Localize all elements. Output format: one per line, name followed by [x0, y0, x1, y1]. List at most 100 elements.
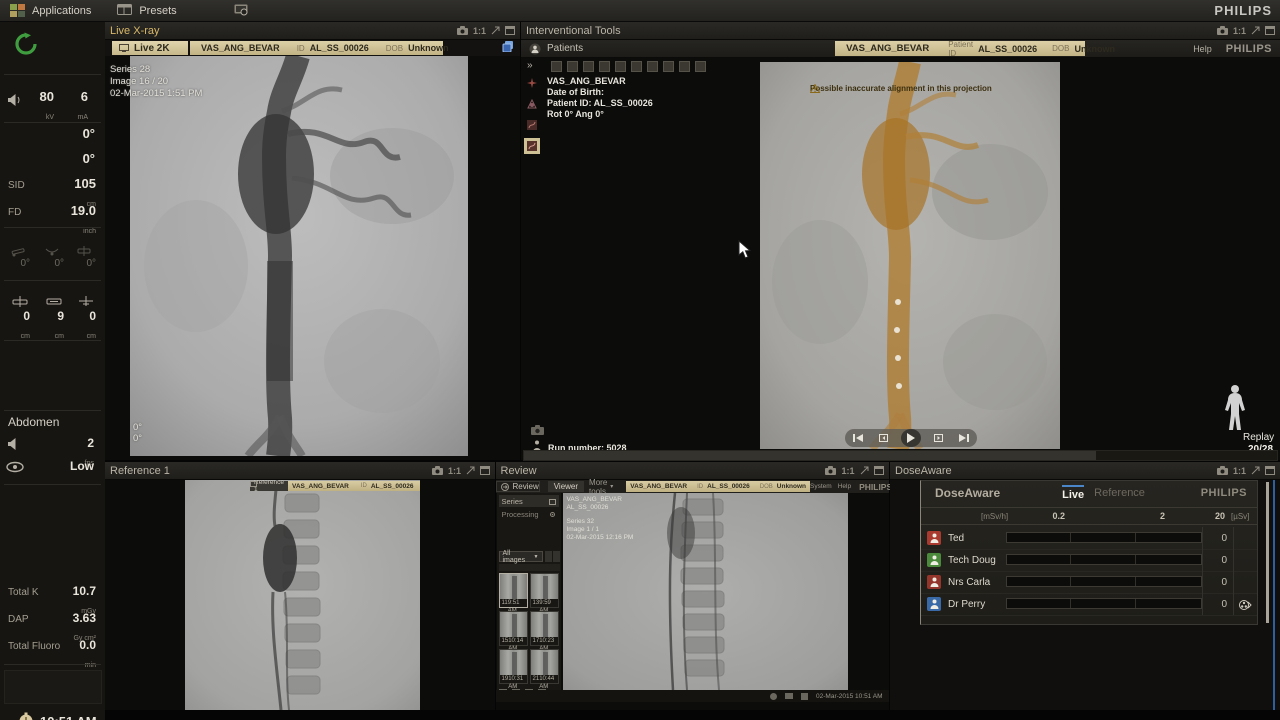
series-thumbnail[interactable]: 2110:44 AM — [530, 649, 559, 684]
one-to-one-icon[interactable]: 1:1 — [473, 27, 486, 35]
applications-button[interactable]: Applications — [10, 4, 91, 17]
snapshot-icon[interactable] — [432, 466, 443, 475]
live-xray-image[interactable] — [130, 56, 468, 456]
review-app-button[interactable]: Review — [496, 481, 540, 492]
angio-thumb[interactable] — [524, 96, 540, 112]
sidebar-item-processing[interactable]: Processing — [499, 508, 559, 520]
store-run-icon[interactable] — [531, 422, 544, 440]
one-to-one-icon[interactable]: 1:1 — [1233, 467, 1246, 475]
angio-thumb-selected[interactable] — [524, 138, 540, 154]
step-back-button[interactable] — [875, 432, 891, 444]
patient-id-label: Patient ID — [948, 40, 973, 58]
one-to-one-icon[interactable]: 1:1 — [841, 467, 854, 475]
reference-image[interactable]: Reference 1 VAS_ANG_BEVAR ID AL_SS_00026… — [185, 480, 420, 710]
sidebar-item-series[interactable]: Series — [499, 495, 559, 507]
capture-button[interactable] — [233, 3, 249, 19]
system-link[interactable]: System — [810, 483, 832, 490]
angio-thumb[interactable] — [524, 117, 540, 133]
tools-toolbar: Patients VAS_ANG_BEVAR Patient ID AL_SS_… — [521, 40, 1280, 58]
image-filter-dropdown[interactable]: All images ▼ — [499, 551, 543, 562]
scale-tick-2: 2 — [1153, 511, 1165, 521]
tool-icon[interactable] — [599, 61, 610, 72]
series-thumbnail[interactable]: 1510:14 AM — [499, 611, 528, 646]
tool-icon[interactable] — [631, 61, 642, 72]
tab-live-2k[interactable]: Live 2K — [112, 41, 188, 55]
doseaware-header: DoseAware Live Reference PHILIPS — [921, 481, 1257, 505]
review-panel: Review 1:1 Review Viewer More tools▾ VAS… — [496, 462, 889, 710]
snapshot-icon[interactable] — [457, 26, 468, 35]
review-image[interactable]: VAS_ANG_BEVAR AL_SS_00026 Series 32 Imag… — [563, 493, 848, 690]
tab-patients[interactable]: Patients — [529, 43, 583, 55]
detail-eye-icon — [6, 460, 24, 478]
tool-icon[interactable] — [615, 61, 626, 72]
tool-icon[interactable] — [695, 61, 706, 72]
step-forward-button[interactable] — [931, 432, 947, 444]
help-link[interactable]: Help — [1193, 44, 1212, 54]
replay-controls — [845, 429, 977, 447]
series-thumbnail[interactable]: 1910:31 AM — [499, 649, 528, 684]
help-link[interactable]: Help — [838, 483, 851, 490]
review-series-sidebar: Series Processing All images ▼ 119:51 AM — [497, 493, 561, 690]
snapshot-icon[interactable] — [1217, 26, 1228, 35]
layout-grid-button[interactable] — [545, 551, 552, 562]
dose-value: 0 — [1205, 555, 1227, 566]
dob-label: DOB — [386, 44, 403, 53]
roadmap-image[interactable]: Possible inaccurate alignment in this pr… — [760, 62, 1060, 449]
tool-icon[interactable] — [551, 61, 562, 72]
window-icon[interactable] — [1265, 26, 1275, 35]
tool-icon[interactable] — [567, 61, 578, 72]
status-print-icon — [785, 693, 793, 699]
reference-title: Reference 1 — [110, 465, 170, 477]
copy-to-reference-icon[interactable] — [502, 39, 514, 57]
tool-icon[interactable] — [583, 61, 594, 72]
skip-end-button[interactable] — [956, 432, 972, 444]
one-to-one-icon[interactable]: 1:1 — [448, 467, 461, 475]
reset-fluoro-icon[interactable] — [14, 32, 38, 61]
one-to-one-icon[interactable]: 1:1 — [1233, 27, 1246, 35]
status-user-icon — [801, 693, 808, 700]
run-scrollbar-track[interactable] — [523, 450, 1278, 461]
series-thumbnail[interactable]: 119:51 AM — [499, 573, 528, 608]
tool-icon[interactable] — [647, 61, 658, 72]
expand-icon[interactable] — [466, 466, 475, 475]
series-thumbnail[interactable]: 139:59 AM — [530, 573, 559, 608]
window-icon[interactable] — [480, 466, 490, 475]
expand-icon[interactable] — [1251, 466, 1260, 475]
skip-start-button[interactable] — [850, 432, 866, 444]
snapshot-icon[interactable] — [1217, 466, 1228, 475]
series-thumbnail[interactable]: 1710:23 AM — [530, 611, 559, 646]
window-icon[interactable] — [1265, 466, 1275, 475]
more-tools-menu[interactable]: More tools▾ — [584, 481, 618, 492]
layout-list-button[interactable] — [553, 551, 560, 562]
expand-icon[interactable] — [860, 466, 869, 475]
play-button[interactable] — [901, 429, 921, 447]
expand-icon[interactable] — [491, 26, 500, 35]
tab-reference-1[interactable]: Reference 1 — [250, 481, 288, 491]
tab-live[interactable]: Live — [1062, 485, 1084, 501]
dosimeter-active-icon[interactable] — [1239, 598, 1252, 616]
tools-titlebar: Interventional Tools 1:1 — [521, 22, 1280, 40]
expand-icon[interactable] — [1251, 26, 1260, 35]
series-item-label: Series — [502, 497, 523, 506]
tool-icon[interactable] — [663, 61, 674, 72]
tool-icon[interactable] — [679, 61, 690, 72]
doseaware-scrollbar[interactable] — [1266, 482, 1269, 623]
snapshot-icon[interactable] — [825, 466, 836, 475]
window-icon[interactable] — [505, 26, 515, 35]
collapse-chevrons[interactable]: » — [527, 60, 533, 71]
presets-button[interactable]: Presets — [117, 3, 176, 18]
tab-reference[interactable]: Reference — [1094, 487, 1145, 499]
tab-viewer[interactable]: Viewer — [548, 481, 584, 492]
tools-patient-info: VAS_ANG_BEVAR Date of Birth: Patient ID:… — [547, 76, 653, 120]
run-scrollbar-handle[interactable] — [524, 451, 1096, 460]
scale-tick-02: 0.2 — [1043, 511, 1065, 521]
tab-viewer-label: Viewer — [554, 482, 578, 491]
angulation-readout: 0° — [40, 151, 95, 166]
window-icon[interactable] — [874, 466, 884, 475]
protocol-label[interactable]: Abdomen — [8, 415, 59, 429]
staff-name: Ted — [948, 533, 964, 544]
angio-thumb[interactable] — [524, 75, 540, 91]
tools-thumb-strip — [524, 75, 540, 154]
scale-tick-20: 20 — [1209, 511, 1225, 521]
table-long-value: 9cm — [40, 307, 64, 343]
